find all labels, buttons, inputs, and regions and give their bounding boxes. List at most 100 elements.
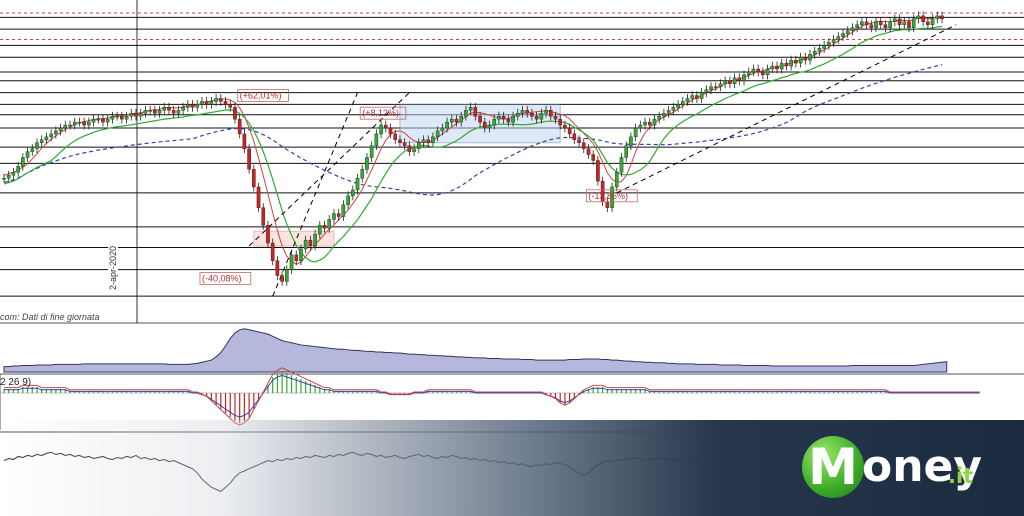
candle (275, 260, 280, 276)
candle (713, 86, 718, 88)
candle (907, 21, 911, 28)
logo-m-icon: M (802, 436, 864, 498)
candle (586, 148, 591, 155)
candle (836, 36, 841, 40)
candle (685, 98, 690, 102)
candle (596, 160, 600, 182)
candle (581, 142, 586, 149)
candle (77, 121, 82, 124)
candle (35, 142, 39, 149)
candle (270, 242, 275, 261)
logo-tld: .it (948, 464, 974, 488)
candle (21, 157, 25, 167)
candle (327, 219, 332, 229)
candle (638, 124, 643, 129)
candle (204, 101, 209, 105)
trend-line (616, 24, 957, 194)
candle (926, 21, 930, 25)
candle (186, 104, 190, 108)
candle (82, 121, 86, 126)
candle (482, 121, 487, 129)
candle (893, 18, 897, 23)
candle (619, 157, 624, 173)
candle (219, 98, 223, 102)
stock-chart-screenshot: (+62,01%) (+8,12%) (-13,86%) (-40,08%) 2-ap… (0, 0, 1024, 516)
candle (798, 57, 803, 64)
candle (935, 15, 940, 20)
candle (2, 177, 6, 180)
candle (120, 115, 124, 120)
candle (303, 239, 308, 250)
candle (355, 177, 360, 191)
candle (511, 115, 515, 123)
candle (525, 110, 530, 114)
candle (360, 169, 365, 179)
candle (143, 110, 148, 114)
candle (841, 33, 845, 37)
candle (252, 169, 256, 188)
consolidation-box (253, 230, 335, 247)
candle (16, 166, 20, 173)
candle (850, 27, 855, 31)
candle (256, 186, 261, 208)
candle (374, 133, 379, 146)
candle (473, 107, 478, 117)
candle (138, 113, 143, 117)
candle (101, 118, 105, 123)
candle (530, 113, 534, 117)
candle (657, 115, 661, 120)
candle (643, 121, 647, 126)
candle (647, 121, 652, 126)
candle (723, 80, 727, 84)
candle (266, 225, 270, 244)
candle (445, 121, 449, 129)
candle (690, 95, 694, 99)
candle (817, 48, 822, 52)
candle (195, 104, 200, 108)
candle (68, 124, 72, 127)
candle (209, 101, 214, 105)
candle (464, 110, 468, 117)
candle (200, 101, 204, 105)
candle (289, 254, 294, 270)
candle (680, 101, 685, 105)
candle (54, 130, 58, 135)
candle (237, 118, 242, 135)
candle (148, 110, 152, 112)
candle (794, 59, 798, 64)
candle (214, 98, 218, 102)
candle (157, 110, 162, 114)
candle (699, 92, 704, 99)
candle (614, 172, 619, 188)
candle (223, 101, 228, 105)
candle (662, 113, 666, 117)
candle (789, 59, 793, 67)
candle (567, 127, 572, 135)
pct-annotation: (-40,08%) (202, 273, 242, 283)
volume-area (3, 328, 948, 373)
candle (897, 18, 902, 25)
money-it-logo: M oney .it (800, 436, 982, 502)
candle (308, 239, 313, 247)
candle (247, 148, 251, 170)
candle (393, 133, 398, 140)
candle (167, 107, 171, 111)
candle (105, 118, 110, 123)
candle (534, 115, 539, 120)
candle (709, 86, 713, 90)
candle (402, 142, 407, 146)
candle (72, 121, 77, 126)
candle (412, 148, 416, 152)
candle (63, 124, 68, 129)
candle (110, 115, 115, 120)
candle (728, 80, 732, 84)
candle (398, 139, 402, 143)
candle (737, 77, 742, 81)
candle (930, 18, 935, 25)
candle (313, 233, 317, 247)
candle (553, 115, 558, 120)
pct-annotation: (+8,12%) (362, 108, 399, 118)
candle (351, 189, 355, 197)
candle (605, 201, 610, 208)
candle (294, 254, 299, 261)
